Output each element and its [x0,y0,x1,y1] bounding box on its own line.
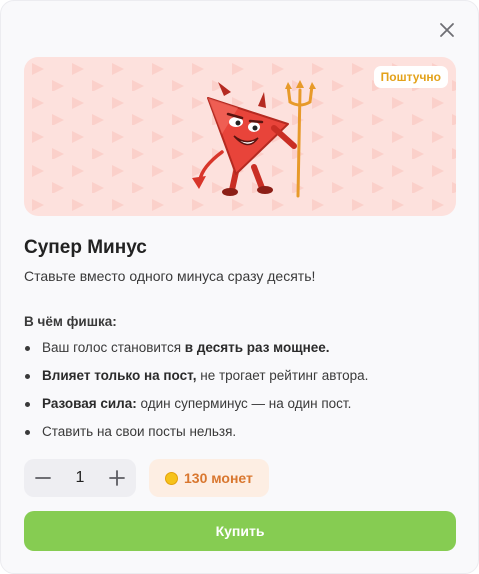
features-heading: В чём фишка: [24,314,117,329]
feature-text: не трогает рейтинг автора. [196,368,369,383]
quantity-stepper: 1 [24,459,136,497]
feature-item: Разовая сила: один суперминус — на один … [24,393,368,421]
feature-bold-text: Разовая сила: [42,396,137,411]
features-list: Ваш голос становится в десять раз мощнее… [24,337,368,449]
product-banner: Поштучно [24,57,456,216]
product-subtitle: Ставьте вместо одного минуса сразу десят… [24,268,316,284]
plus-icon[interactable] [98,459,136,497]
feature-bold-text: Влияет только на пост, [42,368,197,383]
feature-item: Ваш голос становится в десять раз мощнее… [24,337,368,365]
feature-text: один суперминус — на один пост. [136,396,352,411]
minus-icon[interactable] [24,459,62,497]
devil-minus-mascot [192,80,316,198]
super-minus-modal: Поштучно Супер Минус Ставьте вместо одно… [0,0,479,574]
feature-bold-text: в десять раз мощнее. [184,340,330,355]
close-icon[interactable] [435,18,459,42]
feature-item: Влияет только на пост, не трогает рейтин… [24,365,368,393]
price-text: 130 монет [184,470,253,486]
badge-per-item: Поштучно [373,66,448,88]
quantity-value[interactable]: 1 [65,469,95,487]
product-title: Супер Минус [24,237,147,258]
feature-text: Ставить на свои посты нельзя. [42,424,237,439]
feature-text: Ваш голос становится [42,340,185,355]
coin-icon [165,471,178,485]
feature-item: Ставить на свои посты нельзя. [24,421,368,449]
price-badge: 130 монет [149,459,269,497]
buy-button[interactable]: Купить [24,511,456,551]
